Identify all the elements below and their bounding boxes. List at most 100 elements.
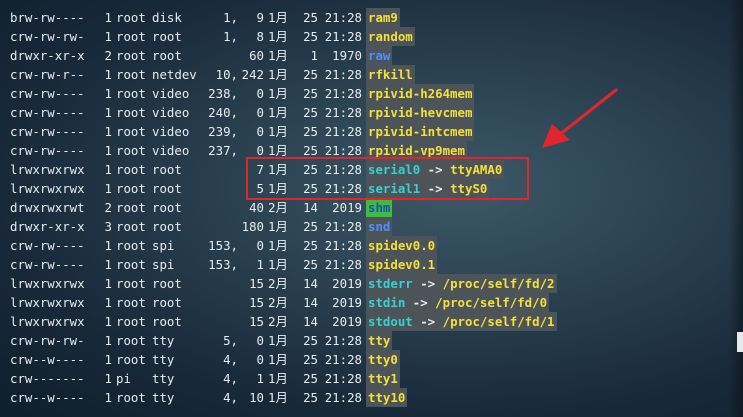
group: root <box>152 48 182 63</box>
owner: root <box>116 352 146 367</box>
owner: root <box>116 162 146 177</box>
month: 1月 <box>268 390 288 405</box>
listing-row: brw-rw---- 1 root disk 1, 9 1月 25 21:28 ram9 <box>0 8 743 27</box>
symlink-target: /proc/self/fd/2 <box>442 276 555 291</box>
permissions: crw-rw-r-- <box>10 67 85 82</box>
file-name-text: stdout <box>368 314 413 329</box>
permissions: lrwxrwxrwx <box>10 295 85 310</box>
file-name-text: rfkill <box>368 67 413 82</box>
size-or-minor: 0 <box>256 238 264 253</box>
major-number: 10, <box>215 67 238 82</box>
time-or-year: 21:28 <box>324 257 362 272</box>
major-number: 1, <box>223 29 238 44</box>
time-or-year: 21:28 <box>324 219 362 234</box>
day: 25 <box>303 86 318 101</box>
month: 1月 <box>268 238 288 253</box>
link-count: 1 <box>104 143 112 158</box>
file-name-text: shm <box>368 200 391 215</box>
group: root <box>152 29 182 44</box>
size-or-minor: 15 <box>249 276 264 291</box>
file-name-text: snd <box>368 219 391 234</box>
major-number: 153, <box>208 257 238 272</box>
permissions: crw--w---- <box>10 352 85 367</box>
file-name-text: rpivid-h264mem <box>368 86 473 101</box>
symlink-arrow: -> <box>405 295 436 310</box>
file-name-text: rpivid-vp9mem <box>368 143 465 158</box>
listing-row: crw--w---- 1 root tty 4, 10 1月 25 21:28 tty10 <box>0 388 743 407</box>
permissions: crw-rw-rw- <box>10 333 85 348</box>
link-count: 1 <box>104 67 112 82</box>
file-name-text: tty10 <box>368 390 406 405</box>
time-or-year: 2019 <box>332 314 362 329</box>
listing-row: lrwxrwxrwx 1 root root 15 2月 14 2019 stdin -> /p… <box>0 293 743 312</box>
day: 25 <box>303 29 318 44</box>
owner: root <box>116 390 146 405</box>
listing-row: drwxrwxrwt 2 root root 40 2月 14 2019 shm <box>0 198 743 217</box>
listing-row: crw------- 1 pi tty 4, 1 1月 25 21:28 tty1 <box>0 369 743 388</box>
group: netdev <box>152 67 197 82</box>
red-arrow-annotation <box>542 88 618 148</box>
link-count: 1 <box>104 124 112 139</box>
day: 25 <box>303 10 318 25</box>
link-count: 1 <box>104 314 112 329</box>
link-count: 1 <box>104 29 112 44</box>
symlink-arrow: -> <box>412 276 443 291</box>
link-count: 1 <box>104 238 112 253</box>
listing-row: crw-rw---- 1 root video 240, 0 1月 25 21:28 rpivid… <box>0 103 743 122</box>
time-or-year: 21:28 <box>324 86 362 101</box>
size-or-minor: 10 <box>249 390 264 405</box>
owner: root <box>116 124 146 139</box>
size-or-minor: 1 <box>256 371 264 386</box>
file-name-text: spidev0.1 <box>368 257 436 272</box>
permissions: lrwxrwxrwx <box>10 314 85 329</box>
file-name: shm <box>366 198 393 217</box>
owner: root <box>116 10 146 25</box>
permissions: crw------- <box>10 371 85 386</box>
time-or-year: 1970 <box>332 48 362 63</box>
permissions: crw-rw-rw- <box>10 29 85 44</box>
listing-row: crw-rw---- 1 root spi 153, 1 1月 25 21:28 spidev0.… <box>0 255 743 274</box>
listing-row: crw-rw---- 1 root video 239, 0 1月 25 21:28 rpivid… <box>0 122 743 141</box>
listing-row: crw--w---- 1 root tty 4, 0 1月 25 21:28 tty0 <box>0 350 743 369</box>
permissions: drwxr-xr-x <box>10 219 85 234</box>
month: 1月 <box>268 257 288 272</box>
size-or-minor: 40 <box>249 200 264 215</box>
group: spi <box>152 238 175 253</box>
group: tty <box>152 371 175 386</box>
day: 25 <box>303 390 318 405</box>
permissions: lrwxrwxrwx <box>10 276 85 291</box>
time-or-year: 21:28 <box>324 67 362 82</box>
link-count: 2 <box>104 48 112 63</box>
file-name: rfkill <box>366 65 415 84</box>
group: root <box>152 219 182 234</box>
file-name-text: tty <box>368 333 391 348</box>
link-count: 1 <box>104 333 112 348</box>
link-count: 1 <box>104 257 112 272</box>
day: 25 <box>303 67 318 82</box>
link-count: 1 <box>104 162 112 177</box>
major-number: 4, <box>223 371 238 386</box>
permissions: crw--w---- <box>10 390 85 405</box>
group: video <box>152 143 190 158</box>
month: 1月 <box>268 67 288 82</box>
link-count: 1 <box>104 352 112 367</box>
link-count: 1 <box>104 86 112 101</box>
major-number: 240, <box>208 105 238 120</box>
listing-row: drwxr-xr-x 2 root root 60 1月 1 1970 raw <box>0 46 743 65</box>
owner: root <box>116 86 146 101</box>
file-name: tty10 <box>366 388 408 407</box>
size-or-minor: 15 <box>249 314 264 329</box>
permissions: crw-rw---- <box>10 124 85 139</box>
time-or-year: 21:28 <box>324 238 362 253</box>
link-count: 1 <box>104 10 112 25</box>
owner: root <box>116 48 146 63</box>
listing-row: crw-rw---- 1 root spi 153, 0 1月 25 21:28 spidev0.… <box>0 236 743 255</box>
permissions: lrwxrwxrwx <box>10 162 85 177</box>
terminal-window[interactable]: brw-rw---- 1 root disk 1, 9 1月 25 21:28 ram9 crw-r… <box>0 0 743 417</box>
month: 2月 <box>268 200 288 215</box>
day: 25 <box>303 333 318 348</box>
file-name-text: stderr <box>368 276 413 291</box>
size-or-minor: 242 <box>241 67 264 82</box>
size-or-minor: 0 <box>256 124 264 139</box>
file-name-text: rpivid-intcmem <box>368 124 473 139</box>
